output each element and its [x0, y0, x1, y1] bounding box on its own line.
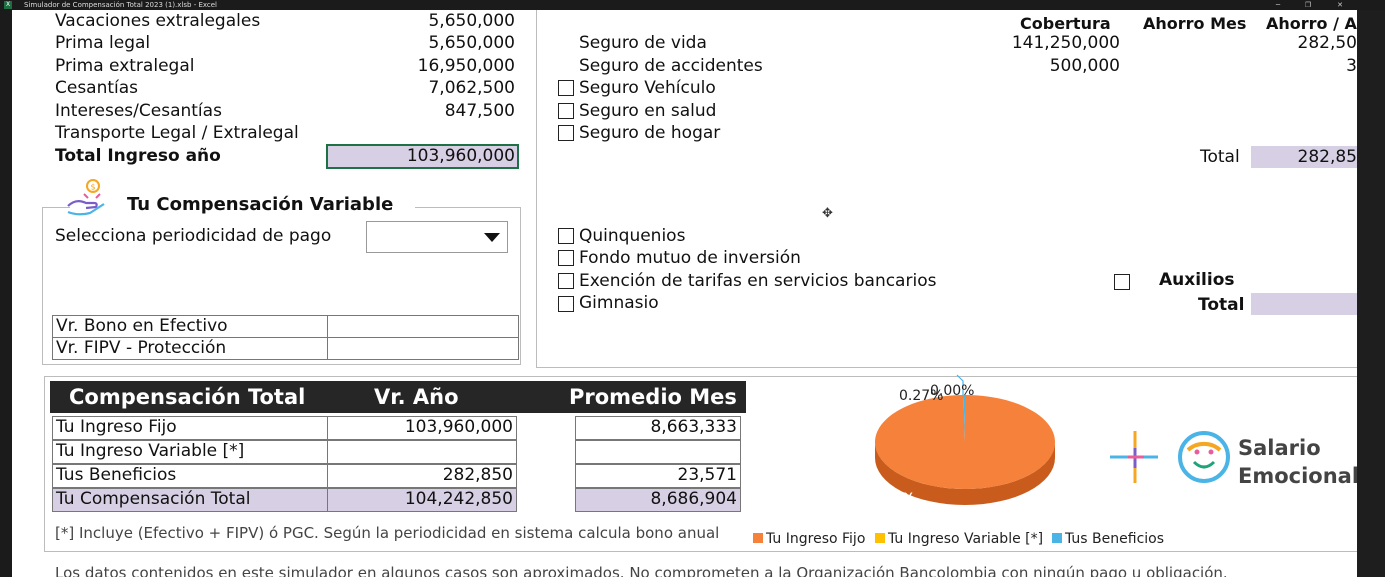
bono-efectivo-label: Vr. Bono en Efectivo [52, 315, 328, 338]
window-title-bar: X Simulador de Compensación Total 2023 (… [0, 0, 1385, 10]
window-title: Simulador de Compensación Total 2023 (1)… [24, 1, 217, 9]
summary-mes-fijo: 8,663,333 [575, 416, 741, 440]
summary-mes-variable [575, 440, 741, 464]
variable-box-top-right [415, 207, 521, 208]
panel-bottom-border [536, 367, 1357, 368]
auxilios-total-label: Total [1198, 295, 1245, 315]
summary-anio-fijo: 103,960,000 [327, 416, 517, 440]
income-label-prima-extralegal: Prima extralegal [55, 56, 195, 76]
checkbox-seguro-vehiculo[interactable] [558, 80, 574, 96]
benefit-label-seguro-salud: Seguro en salud [579, 101, 717, 121]
summary-header: Compensación Total Vr. Año Promedio Mes [50, 381, 746, 413]
benefit-cobertura-seguro-accidentes: 500,000 [1049, 56, 1120, 76]
checkbox-exencion-tarifas[interactable] [558, 273, 574, 289]
legend-label-beneficios: Tus Beneficios [1065, 531, 1165, 547]
svg-text:$: $ [91, 183, 96, 192]
legend-swatch-fijo [753, 533, 763, 543]
bono-efectivo-input[interactable] [327, 315, 519, 338]
benefit-label-seguro-vehiculo: Seguro Vehículo [579, 78, 716, 98]
legend-item-beneficios: Tus Beneficios [1052, 531, 1164, 547]
summary-header-title: Compensación Total [69, 385, 306, 409]
benefit-label-fondo-mutuo: Fondo mutuo de inversión [579, 248, 801, 268]
total-ingreso-label: Total Ingreso año [55, 146, 221, 166]
summary-mes-beneficios: 23,571 [575, 464, 741, 488]
income-label-vacaciones: Vacaciones extralegales [55, 11, 261, 31]
window-right-edge [1357, 10, 1385, 577]
summary-label-beneficios: Tus Beneficios [52, 464, 328, 488]
pie-label-fijo: 73% [882, 491, 916, 507]
benefit-label-seguro-vida: Seguro de vida [579, 33, 707, 53]
pie-label-beneficios: 0.27% [899, 388, 943, 404]
income-value-cesantias: 7,062,500 [428, 78, 515, 98]
fipv-label: Vr. FIPV - Protección [52, 337, 328, 360]
panel-divider [536, 10, 537, 367]
col-header-ahorro-mes: Ahorro Mes [1143, 14, 1247, 33]
checkbox-seguro-salud[interactable] [558, 103, 574, 119]
summary-label-total: Tu Compensación Total [52, 488, 328, 512]
money-hand-icon: $ [67, 179, 105, 216]
summary-label-variable: Tu Ingreso Variable [*] [52, 440, 328, 464]
summary-header-anio: Vr. Año [374, 385, 459, 409]
worksheet-area[interactable]: Vacaciones extralegales 5,650,000 Prima … [12, 10, 1357, 577]
brand-line2: Emocional [1238, 464, 1357, 488]
income-label-transporte: Transporte Legal / Extralegal [55, 123, 299, 143]
income-value-vacaciones: 5,650,000 [428, 11, 515, 31]
total-ingreso-value: 103,960,000 [406, 146, 515, 166]
benefit-label-seguro-accidentes: Seguro de accidentes [579, 56, 763, 76]
dropdown-arrow-icon[interactable] [484, 233, 500, 242]
move-cursor-icon: ✥ [822, 206, 833, 221]
checkbox-gimnasio[interactable] [558, 296, 574, 312]
legend-label-fijo: Tu Ingreso Fijo [766, 531, 866, 547]
brand-line1: Salario [1238, 436, 1321, 460]
compensation-pie-chart[interactable]: 73%0.00%0.27% [852, 370, 1072, 515]
benefit-label-gimnasio: Gimnasio [579, 293, 659, 313]
checkbox-fondo-mutuo[interactable] [558, 250, 574, 266]
benefit-label-quinquenios: Quinquenios [579, 226, 686, 246]
benefit-label-seguro-hogar: Seguro de hogar [579, 123, 721, 143]
legend-item-fijo: Tu Ingreso Fijo [753, 531, 865, 547]
salario-emocional-logo-icon [1110, 431, 1230, 483]
income-label-intereses: Intereses/Cesantías [55, 101, 222, 121]
close-button[interactable]: ✕ [1330, 0, 1350, 10]
summary-label-fijo: Tu Ingreso Fijo [52, 416, 328, 440]
legend-swatch-variable [875, 533, 885, 543]
benefit-label-exencion-tarifas: Exención de tarifas en servicios bancari… [579, 271, 937, 291]
disclaimer-text: Los datos contenidos en este simulador e… [55, 564, 1228, 577]
summary-anio-variable [327, 440, 517, 464]
income-value-intereses: 847,500 [444, 101, 515, 121]
checkbox-auxilios[interactable] [1114, 274, 1130, 290]
checkbox-quinquenios[interactable] [558, 228, 574, 244]
legend-label-variable: Tu Ingreso Variable [*] [888, 531, 1044, 547]
income-value-prima-legal: 5,650,000 [428, 33, 515, 53]
benefits-total-value: 282,85 [1297, 147, 1357, 167]
income-label-cesantias: Cesantías [55, 78, 139, 98]
summary-mes-total: 8,686,904 [575, 488, 741, 512]
variable-title: Tu Compensación Variable [127, 194, 394, 215]
periodicidad-label: Selecciona periodicidad de pago [55, 226, 332, 246]
summary-footnote: [*] Incluye (Efectivo + FIPV) ó PGC. Seg… [55, 524, 720, 542]
minimize-button[interactable]: ─ [1268, 0, 1288, 10]
summary-header-mes: Promedio Mes [569, 385, 737, 409]
excel-app-icon: X [4, 1, 12, 9]
fipv-input[interactable] [327, 337, 519, 360]
summary-anio-beneficios: 282,850 [327, 464, 517, 488]
income-label-prima-legal: Prima legal [55, 33, 151, 53]
summary-anio-total: 104,242,850 [327, 488, 517, 512]
auxilios-total-cell[interactable] [1251, 293, 1357, 315]
benefits-total-label: Total [1200, 147, 1240, 167]
benefit-ahorro-seguro-accidentes: 3 [1346, 56, 1357, 76]
benefit-cobertura-seguro-vida: 141,250,000 [1011, 33, 1120, 53]
legend-item-variable: Tu Ingreso Variable [*] [875, 531, 1043, 547]
periodicidad-dropdown[interactable] [366, 221, 508, 253]
legend-swatch-beneficios [1052, 533, 1062, 543]
auxilios-label: Auxilios [1159, 270, 1235, 290]
checkbox-seguro-hogar[interactable] [558, 125, 574, 141]
restore-button[interactable]: ❐ [1298, 0, 1318, 10]
benefit-ahorro-seguro-vida: 282,50 [1297, 33, 1357, 53]
income-value-prima-extralegal: 16,950,000 [417, 56, 515, 76]
